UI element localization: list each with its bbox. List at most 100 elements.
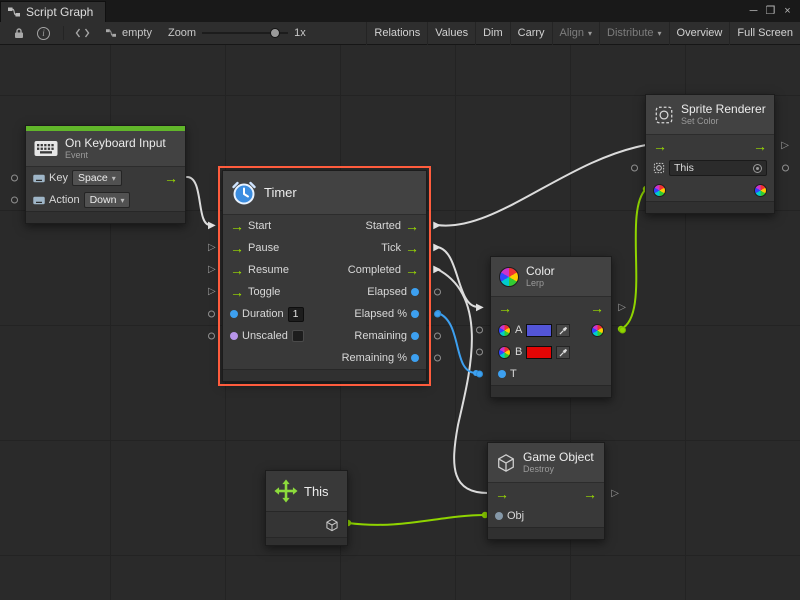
fullscreen-button[interactable]: Full Screen <box>729 22 800 45</box>
key-label: Key <box>49 172 68 184</box>
unscaled-input-port[interactable] <box>208 333 215 340</box>
target-output-port[interactable] <box>782 165 789 172</box>
unscaled-input-dot[interactable] <box>230 332 238 340</box>
align-button[interactable]: Align <box>552 22 599 45</box>
node-on-keyboard-input[interactable]: On Keyboard Input Event Key Space Action… <box>25 125 186 224</box>
node-footer <box>646 201 774 213</box>
trigger-output-arrow-icon[interactable] <box>164 171 178 186</box>
zoom-slider[interactable] <box>202 26 288 40</box>
keyboard-action-row: Action Down <box>26 189 185 211</box>
key-input-port[interactable] <box>11 175 18 182</box>
gameobject-output-icon[interactable] <box>325 518 339 532</box>
elapsed-pct-output-port[interactable] <box>434 311 441 318</box>
a-input-port[interactable] <box>476 327 483 334</box>
overview-button[interactable]: Overview <box>669 22 730 45</box>
remaining-output-port[interactable] <box>434 333 441 340</box>
flow-output-port[interactable] <box>781 141 789 151</box>
object-picker-icon[interactable] <box>753 164 762 173</box>
flow-arrow-icon[interactable] <box>230 241 244 256</box>
unscaled-checkbox[interactable] <box>292 330 304 342</box>
key-dropdown[interactable]: Space <box>72 170 122 186</box>
b-input-port[interactable] <box>476 349 483 356</box>
lerp-a-row: A <box>491 319 611 341</box>
values-button[interactable]: Values <box>427 22 475 45</box>
close-icon[interactable]: × <box>779 0 796 22</box>
action-value: Down <box>90 194 117 206</box>
relations-button[interactable]: Relations <box>366 22 427 45</box>
result-color-wheel-icon[interactable] <box>591 324 604 337</box>
tick-flow-output-port[interactable] <box>433 243 441 253</box>
flow-arrow-icon[interactable] <box>405 219 419 234</box>
carry-button[interactable]: Carry <box>510 22 552 45</box>
result-output-port[interactable] <box>619 327 626 334</box>
pause-label: Pause <box>248 242 279 254</box>
target-object-field[interactable]: This <box>669 160 767 176</box>
color-input-wheel-icon[interactable] <box>653 184 666 197</box>
node-this[interactable]: This <box>265 470 348 546</box>
completed-flow-output-port[interactable] <box>433 265 441 275</box>
flow-arrow-icon[interactable] <box>230 263 244 278</box>
node-footer <box>223 369 426 381</box>
flow-arrow-icon[interactable] <box>230 219 244 234</box>
flow-input-arrow-icon[interactable] <box>498 301 512 316</box>
completed-label: Completed <box>348 264 401 276</box>
collapse-brackets-icon[interactable] <box>70 28 95 38</box>
b-label: B <box>515 346 522 358</box>
maximize-icon[interactable]: ❐ <box>762 0 779 22</box>
flow-output-arrow-icon[interactable] <box>753 139 767 154</box>
obj-input-dot[interactable] <box>495 512 503 520</box>
info-icon[interactable] <box>37 27 50 40</box>
flow-output-arrow-icon[interactable] <box>590 301 604 316</box>
start-label: Start <box>248 220 271 232</box>
dim-button[interactable]: Dim <box>475 22 510 45</box>
flow-input-port[interactable] <box>476 303 484 313</box>
b-color-swatch[interactable] <box>526 346 552 359</box>
resume-flow-input-port[interactable] <box>208 265 216 275</box>
remaining-pct-output-dot[interactable] <box>411 354 419 362</box>
minimize-icon[interactable]: ─ <box>745 0 762 22</box>
duration-input-port[interactable] <box>208 311 215 318</box>
action-dropdown[interactable]: Down <box>84 192 131 208</box>
toggle-flow-input-port[interactable] <box>208 287 216 297</box>
pause-flow-input-port[interactable] <box>208 243 216 253</box>
a-eyedropper-icon[interactable] <box>556 324 570 337</box>
elapsed-output-port[interactable] <box>434 289 441 296</box>
lock-icon[interactable] <box>8 27 30 39</box>
target-input-port[interactable] <box>631 165 638 172</box>
node-set-color[interactable]: Sprite Renderer Set Color This <box>645 94 775 214</box>
remaining-pct-output-port[interactable] <box>434 355 441 362</box>
node-timer[interactable]: Timer Start Started Pause Tick Resume <box>222 170 427 382</box>
node-subtitle: Event <box>65 150 166 161</box>
flow-output-port[interactable] <box>618 303 626 313</box>
t-input-port[interactable] <box>476 371 483 378</box>
duration-value-field[interactable]: 1 <box>288 307 304 322</box>
duration-input-dot[interactable] <box>230 310 238 318</box>
action-input-port[interactable] <box>11 197 18 204</box>
distribute-button[interactable]: Distribute <box>599 22 668 45</box>
tab-script-graph[interactable]: Script Graph <box>0 1 106 22</box>
flow-arrow-icon[interactable] <box>405 241 419 256</box>
node-footer <box>491 385 611 397</box>
a-color-swatch[interactable] <box>526 324 552 337</box>
flow-output-port[interactable] <box>611 489 619 499</box>
graph-selector[interactable]: empty <box>105 27 152 39</box>
b-eyedropper-icon[interactable] <box>556 346 570 359</box>
flow-input-arrow-icon[interactable] <box>495 487 509 502</box>
flow-arrow-icon[interactable] <box>405 263 419 278</box>
start-flow-input-port[interactable] <box>208 221 216 231</box>
flow-output-arrow-icon[interactable] <box>583 487 597 502</box>
zoom-slider-knob[interactable] <box>270 28 280 38</box>
remaining-output-dot[interactable] <box>411 332 419 340</box>
started-flow-output-port[interactable] <box>433 221 441 231</box>
elapsed-output-dot[interactable] <box>411 288 419 296</box>
flow-input-arrow-icon[interactable] <box>653 139 667 154</box>
elapsed-pct-output-dot[interactable] <box>411 310 419 318</box>
node-destroy[interactable]: Game Object Destroy Obj <box>487 442 605 540</box>
t-input-dot[interactable] <box>498 370 506 378</box>
timer-row-5: Duration 1 Elapsed % <box>223 303 426 325</box>
remaining-label: Remaining <box>354 330 407 342</box>
flow-arrow-icon[interactable] <box>230 285 244 300</box>
color-output-wheel-icon[interactable] <box>754 184 767 197</box>
a-color-wheel-icon <box>498 324 511 337</box>
node-color-lerp[interactable]: Color Lerp A B <box>490 256 612 398</box>
